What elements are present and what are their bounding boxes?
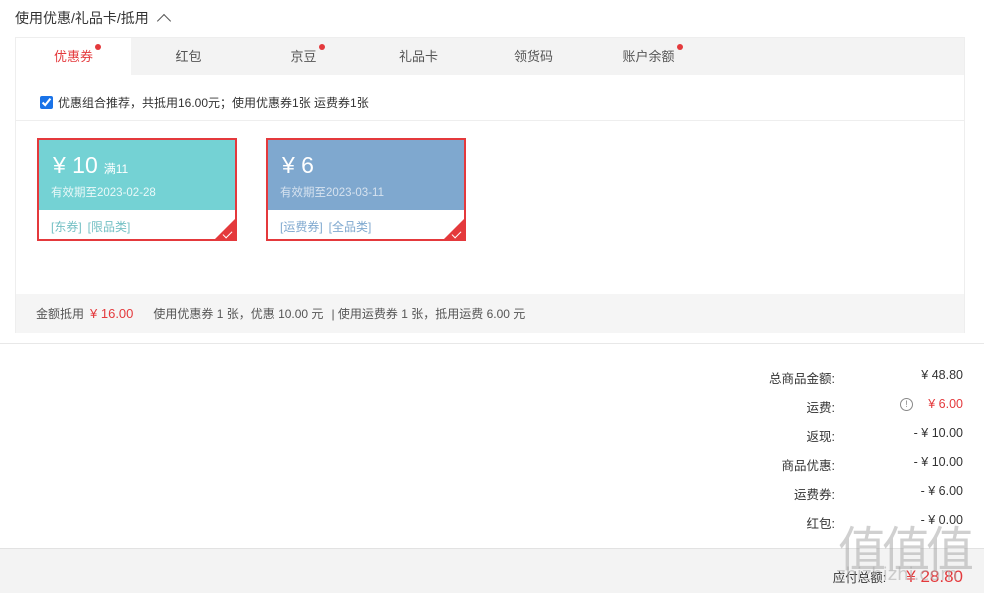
coupon-tag: [运费券] bbox=[280, 220, 323, 234]
section-divider bbox=[0, 343, 984, 344]
notification-dot bbox=[676, 44, 683, 50]
notification-dot bbox=[95, 44, 101, 50]
combo-text: 优惠组合推荐，共抵用16.00元；使用优惠券1张 运费券1张 bbox=[58, 96, 369, 110]
notification-dot bbox=[318, 44, 325, 50]
summary-amount: ¥ 16.00 bbox=[90, 306, 134, 321]
coupon-card[interactable]: ¥ 6 有效期至2023-03-11 [运费券] [全品类] bbox=[266, 138, 466, 241]
coupon-condition: 满11 bbox=[103, 162, 129, 176]
total-label: 应付总额: bbox=[832, 571, 887, 585]
coupon-tag: [全品类] bbox=[328, 220, 372, 234]
tab-bar: 优惠券 红包 京豆 礼品卡 领货码 账户余额 bbox=[16, 38, 964, 76]
payment-footer: 应付总额: ¥ 28.80 bbox=[0, 548, 984, 593]
tab-coupons[interactable]: 优惠券 bbox=[16, 38, 131, 76]
summary-label: 金额抵用 bbox=[36, 307, 85, 321]
coupon-amount: ¥ 10 bbox=[53, 152, 98, 178]
total-amount: ¥ 28.80 bbox=[906, 567, 963, 586]
coupon-panel: 优惠券 红包 京豆 礼品卡 领货码 账户余额 优惠组合推荐，共抵用16.00元；… bbox=[15, 37, 965, 333]
tab-account-balance[interactable]: 账户余额 bbox=[591, 38, 706, 75]
coupon-card[interactable]: ¥ 10 满11 有效期至2023-02-28 [东券] [限品类] bbox=[37, 138, 237, 241]
tab-jingdou[interactable]: 京豆 bbox=[246, 38, 361, 75]
total-row-freight: 运费: ! ¥ 6.00 bbox=[806, 397, 963, 415]
section-title: 使用优惠/礼品卡/抵用 bbox=[15, 10, 149, 26]
summary-freight-text: | 使用运费券 1 张，抵用运费 6.00 元 bbox=[331, 307, 526, 321]
combo-checkbox[interactable] bbox=[40, 96, 53, 109]
coupon-validity: 有效期至2023-02-28 bbox=[51, 187, 156, 199]
total-row-freight-coupon: 运费券: - ¥ 6.00 bbox=[794, 484, 963, 502]
discount-summary: 金额抵用 ¥ 16.00 使用优惠券 1 张，优惠 10.00 元 | 使用运费… bbox=[16, 294, 964, 333]
coupon-tags: [运费券] [全品类] bbox=[280, 218, 377, 235]
summary-coupon-text: 使用优惠券 1 张，优惠 10.00 元 bbox=[153, 307, 324, 321]
total-row-goods: 总商品金额: ¥ 48.80 bbox=[769, 368, 963, 386]
coupon-tag: [限品类] bbox=[87, 220, 131, 234]
chevron-up-icon bbox=[156, 13, 171, 28]
coupon-validity: 有效期至2023-03-11 bbox=[280, 187, 384, 199]
coupon-amount: ¥ 6 bbox=[282, 152, 314, 178]
coupon-section-toggle[interactable]: 使用优惠/礼品卡/抵用 bbox=[15, 8, 171, 28]
coupon-tag: [东券] bbox=[51, 220, 82, 234]
tab-red-packet[interactable]: 红包 bbox=[131, 38, 246, 75]
info-icon[interactable]: ! bbox=[900, 398, 913, 411]
divider bbox=[16, 120, 964, 121]
tab-redeem-code[interactable]: 领货码 bbox=[476, 38, 591, 75]
total-row-cashback: 返现: - ¥ 10.00 bbox=[806, 426, 963, 444]
coupon-tags: [东券] [限品类] bbox=[51, 218, 136, 235]
total-row-goods-discount: 商品优惠: - ¥ 10.00 bbox=[781, 455, 963, 473]
combo-recommend[interactable]: 优惠组合推荐，共抵用16.00元；使用优惠券1张 运费券1张 bbox=[40, 94, 369, 111]
total-row-red-packet: 红包: - ¥ 0.00 bbox=[806, 513, 963, 531]
tab-gift-card[interactable]: 礼品卡 bbox=[361, 38, 476, 75]
